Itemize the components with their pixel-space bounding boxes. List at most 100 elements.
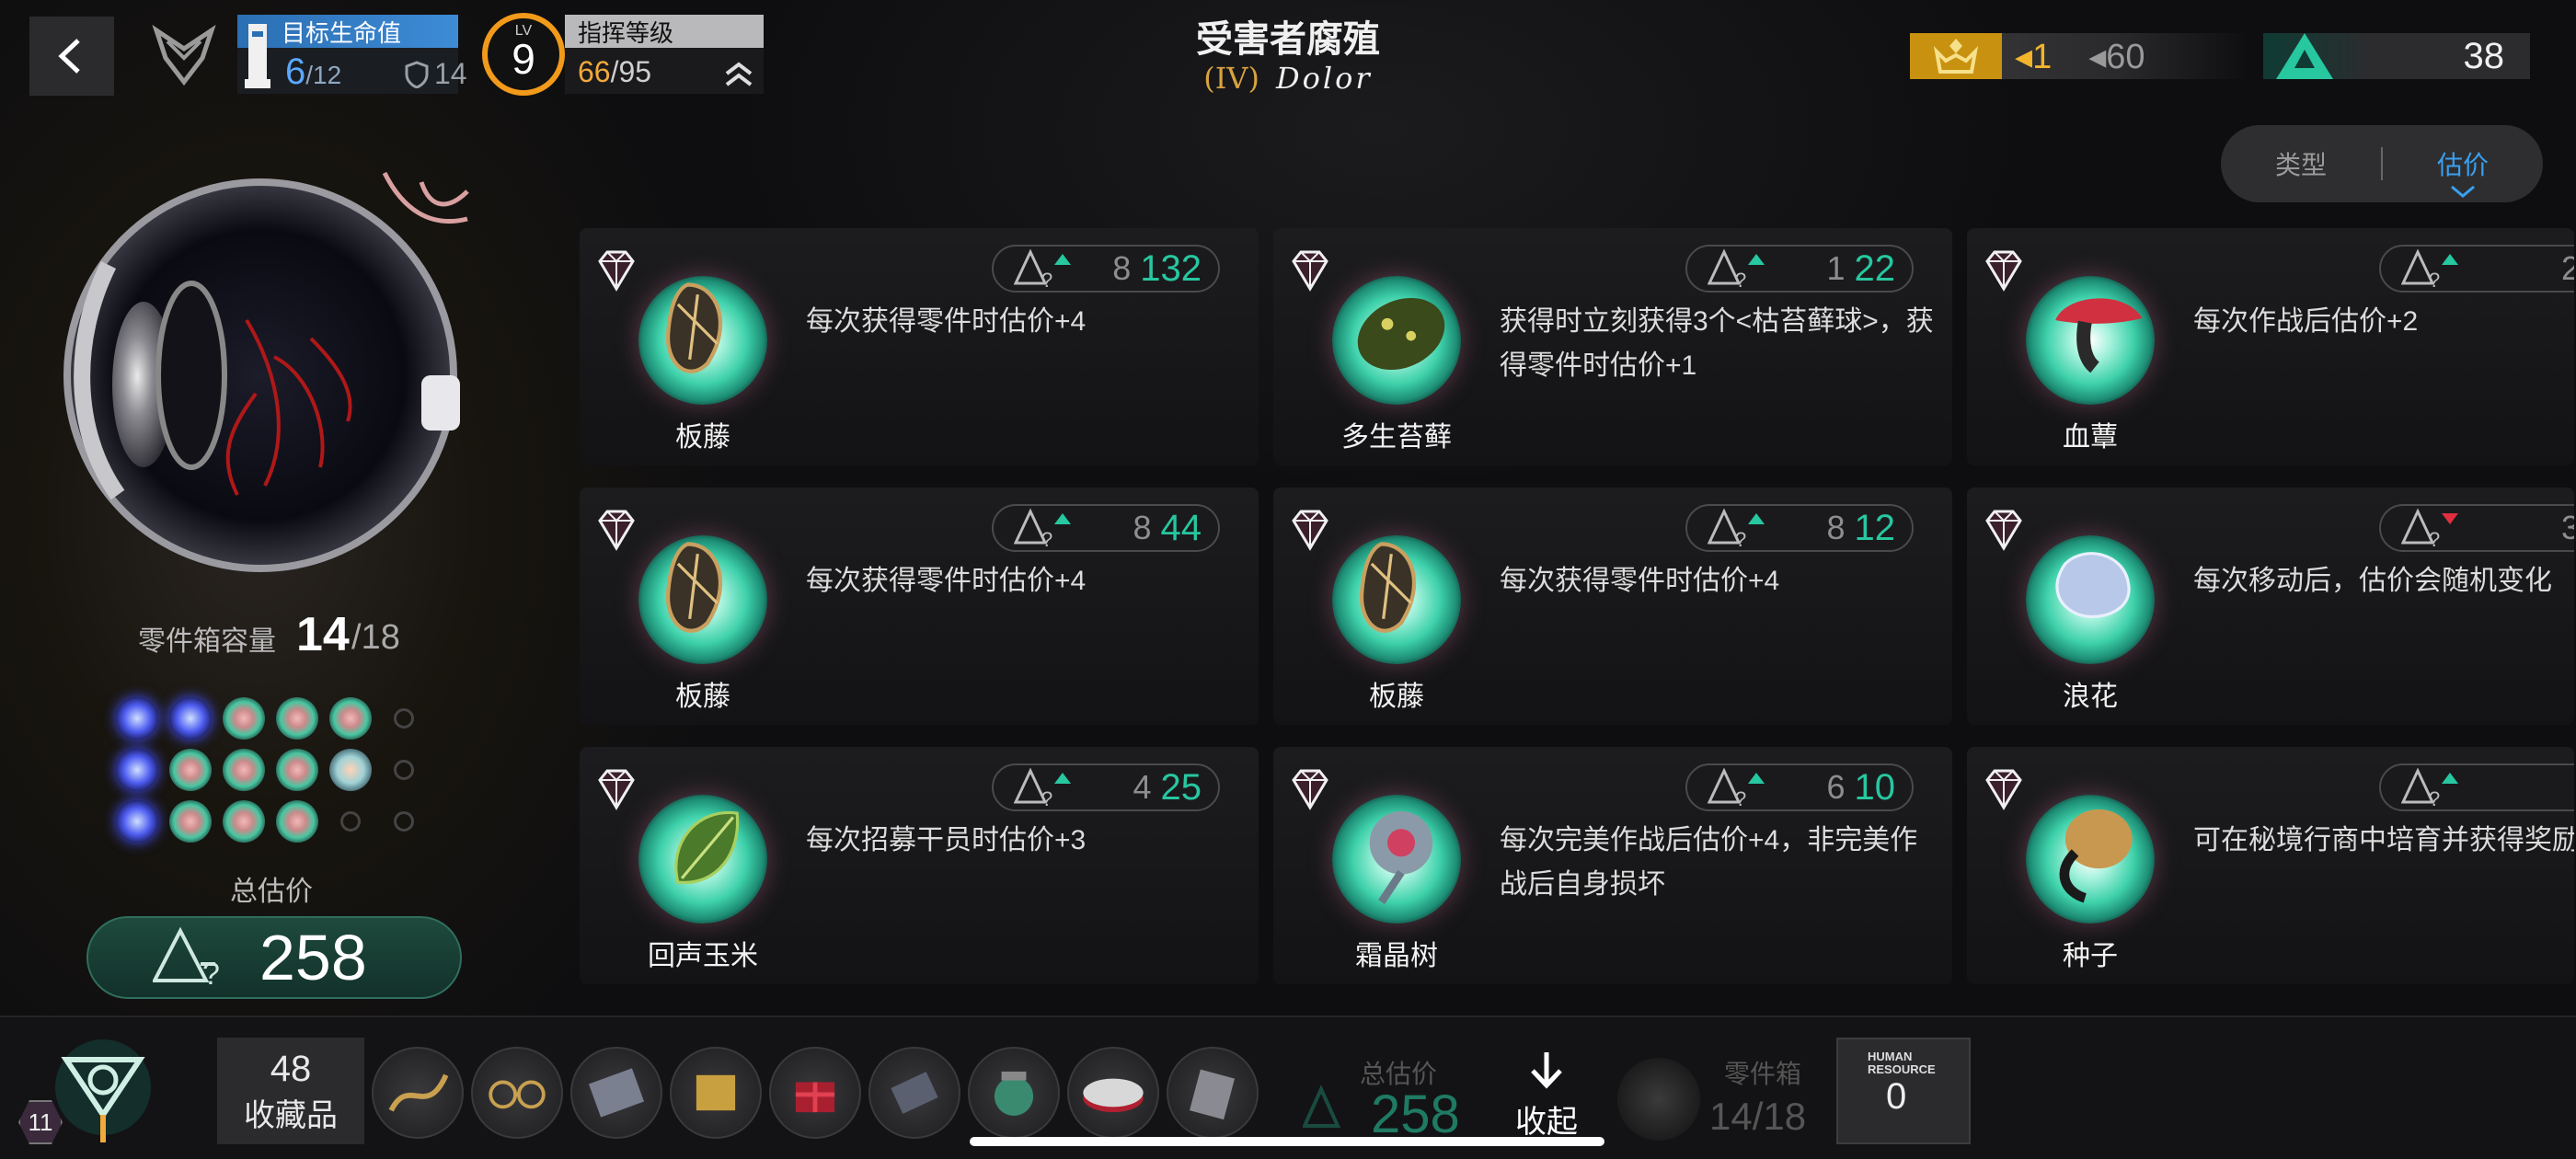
collapse-label: 收起 — [1515, 1105, 1578, 1140]
down-triangle-icon — [2442, 513, 2458, 524]
sort-option-value-label: 估价 — [2436, 151, 2489, 179]
collapse-button[interactable]: 收起 — [1505, 1049, 1588, 1144]
item-artwork-icon — [2055, 552, 2131, 619]
page-title: 受害者腐殖 — [1196, 19, 1380, 60]
slot-empty — [340, 811, 361, 832]
teal-triangle-icon — [2263, 29, 2346, 84]
price-old: 6 — [1826, 768, 1846, 806]
gem-icon — [1284, 248, 1336, 293]
collectible-card[interactable]: 霜晶树 每次完美作战后估价+4，非完美作战后自身损坏 ? 6 10 — [1273, 747, 1952, 984]
sort-option-value[interactable]: 估价 — [2383, 145, 2543, 198]
double-chevron-up-icon — [725, 62, 753, 86]
relic-device-icon[interactable] — [868, 1047, 960, 1139]
price-new: 10 — [1854, 766, 1896, 808]
collectible-card[interactable]: 血蕈 每次作战后估价+2 ? 2 — [1967, 228, 2574, 465]
price-old: 8 — [1826, 509, 1846, 546]
price-new: 132 — [1140, 247, 1202, 289]
collectible-card[interactable]: 种子 可在秘境行商中培育并获得奖励 ? — [1967, 747, 2574, 984]
relic-glasses-icon[interactable] — [471, 1047, 563, 1139]
slot-filled — [116, 749, 158, 791]
collectible-card[interactable]: 板藤 每次获得零件时估价+4 ? 8 12 — [1273, 488, 1952, 725]
human-resource-button[interactable]: HUMAN RESOURCE 0 — [1836, 1038, 1971, 1144]
subtitle-word: Dolor — [1276, 61, 1373, 96]
price-pill: ? 3 — [2379, 504, 2574, 552]
item-name: 血蕈 — [2063, 422, 2118, 453]
collectible-card[interactable]: 浪花 每次移动后，估价会随机变化 ? 3 — [1967, 488, 2574, 725]
shield-stat: 14 — [405, 57, 467, 91]
back-button[interactable] — [29, 17, 114, 96]
gem-icon — [1284, 508, 1336, 552]
item-name: 多生苔藓 — [1341, 422, 1452, 453]
capacity-max: /18 — [351, 618, 400, 657]
collectible-card[interactable]: 回声玉米 每次招募干员时估价+3 ? 4 25 — [580, 747, 1259, 984]
relic-gift-box-icon[interactable] — [769, 1047, 861, 1139]
up-triangle-icon — [1054, 773, 1071, 784]
gem-icon — [591, 767, 642, 811]
appraisal-icon: ? — [153, 926, 220, 990]
sort-toggle[interactable]: 类型 估价 — [2221, 125, 2543, 202]
item-name: 回声玉米 — [648, 941, 758, 971]
item-description: 每次获得零件时估价+4 — [806, 306, 1087, 337]
hp-label: 目标生命值 — [282, 18, 402, 47]
slot-filled — [169, 697, 212, 740]
slot-filled — [329, 697, 372, 740]
relic-rope-icon[interactable] — [372, 1047, 464, 1139]
subtitle-roman: (IV) — [1203, 61, 1259, 96]
item-name: 板藤 — [675, 422, 730, 453]
hp-value: 6 — [285, 52, 306, 92]
target-hp-panel: 目标生命值 6/12 14 — [237, 15, 467, 94]
price-new: 25 — [1160, 766, 1202, 808]
item-artwork-icon — [2055, 298, 2143, 373]
svg-text:?: ? — [1735, 528, 1746, 548]
page-subtitle: (IV) Dolor — [1104, 61, 1472, 96]
shield-value: 14 — [434, 57, 467, 90]
slot-filled — [276, 800, 318, 843]
svg-text:?: ? — [2429, 528, 2440, 548]
price-new: 12 — [1854, 507, 1896, 548]
gold-currency: ◂1 ◂60 — [1910, 33, 2250, 79]
collection-count: 48 — [270, 1048, 312, 1089]
price-pill: ? 8 132 — [992, 245, 1220, 293]
collection-button[interactable]: 48 收藏品 — [217, 1038, 364, 1144]
slot-filled — [276, 697, 318, 740]
up-triangle-icon — [2442, 773, 2458, 784]
gem-icon — [591, 248, 642, 293]
home-indicator[interactable] — [970, 1137, 1604, 1146]
item-description: 每次完美作战后估价+4，非完美作战后自身损坏 — [1500, 825, 1918, 900]
price-new: 22 — [1854, 247, 1896, 289]
item-name: 种子 — [2063, 941, 2118, 971]
price-old: 4 — [1133, 768, 1152, 806]
command-level-panel: 指挥等级 66/95 — [565, 15, 764, 94]
squad-emblem-icon[interactable] — [39, 1032, 167, 1152]
sort-option-type[interactable]: 类型 — [2221, 145, 2381, 182]
up-triangle-icon — [1748, 254, 1765, 265]
relic-tape-icon[interactable] — [1067, 1047, 1159, 1139]
total-value-label: 总估价 — [230, 877, 313, 907]
capacity-label: 零件箱容量 — [138, 626, 276, 657]
item-description: 每次获得零件时估价+4 — [806, 566, 1087, 596]
faction-emblem-icon — [138, 17, 230, 96]
collectible-card[interactable]: 板藤 每次获得零件时估价+4 ? 8 132 — [580, 228, 1259, 465]
relic-manual-icon[interactable] — [1167, 1047, 1259, 1139]
item-artwork-icon — [1359, 542, 1417, 633]
slot-filled — [223, 697, 265, 740]
bottom-box-label: 零件箱 — [1724, 1060, 1802, 1088]
item-name: 板藤 — [675, 682, 730, 712]
teal-value: 38 — [2463, 35, 2505, 76]
collectible-card[interactable]: 板藤 每次获得零件时估价+4 ? 8 44 — [580, 488, 1259, 725]
relic-jar-icon[interactable] — [968, 1047, 1060, 1139]
item-name: 浪花 — [2063, 682, 2118, 712]
relic-gold-bars-icon[interactable] — [670, 1047, 762, 1139]
collectible-card[interactable]: 多生苔藓 获得时立刻获得3个<枯苔藓球>，获得零件时估价+1 ? 1 22 — [1273, 228, 1952, 465]
item-artwork-icon — [1369, 811, 1433, 904]
item-description: 每次作战后估价+2 — [2193, 306, 2419, 337]
relic-card-icon[interactable] — [570, 1047, 662, 1139]
eye-orb-artwork — [63, 171, 469, 572]
gold-max: ◂60 — [2088, 37, 2145, 76]
price-pill: ? 8 12 — [1685, 504, 1914, 552]
item-description: 每次招募干员时估价+3 — [806, 825, 1087, 855]
slot-filled — [329, 749, 372, 791]
human-resource-label: HUMAN RESOURCE — [1868, 1050, 1936, 1076]
gem-icon — [1978, 508, 2030, 552]
slot-filled — [169, 749, 212, 791]
